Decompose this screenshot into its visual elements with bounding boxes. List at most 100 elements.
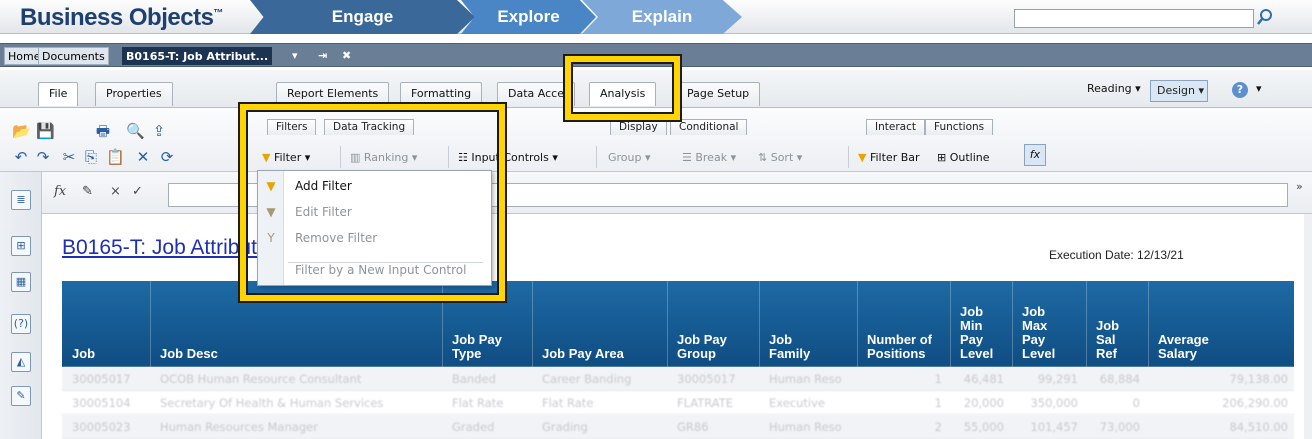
- group-button[interactable]: Group ▾: [608, 148, 651, 168]
- print-icon[interactable]: 🖶: [94, 122, 112, 140]
- breadcrumb-explore[interactable]: Explore: [461, 0, 596, 34]
- undo-icon[interactable]: ↶: [12, 148, 30, 166]
- outline-button[interactable]: ⊞ Outline: [937, 148, 990, 168]
- col-job[interactable]: Job: [72, 347, 95, 361]
- table-cell: 30005017: [72, 372, 131, 386]
- vertical-scrollbar[interactable]: [1304, 214, 1312, 439]
- formula-cancel-icon[interactable]: ×: [110, 184, 121, 199]
- col-job-family[interactable]: Job Family: [769, 333, 819, 361]
- table-cell: Graded: [452, 420, 495, 434]
- tab-formatting[interactable]: Formatting: [400, 82, 483, 106]
- input-controls-icon[interactable]: ✎: [11, 386, 31, 406]
- expand-toolbar-icon[interactable]: »: [1296, 180, 1303, 193]
- search-input[interactable]: [1014, 9, 1254, 28]
- subtab-functions[interactable]: Functions: [925, 119, 994, 135]
- table-cell: 1: [934, 396, 942, 410]
- cut-icon[interactable]: ✂: [60, 148, 78, 166]
- report-table: Job Job Desc Job Pay Type Job Pay Area J…: [62, 281, 1294, 439]
- sort-button[interactable]: ⇅ Sort ▾: [758, 148, 802, 168]
- reading-mode-button[interactable]: Reading ▾: [1087, 82, 1141, 95]
- function-fx-button[interactable]: fx: [1024, 144, 1046, 166]
- table-cell: 84,510.00: [1229, 420, 1288, 434]
- formula-fx-icon[interactable]: fx: [54, 184, 66, 199]
- col-job-sal-ref[interactable]: Job Sal Ref: [1096, 319, 1136, 361]
- workflow-breadcrumb: Engage Explore Explain: [250, 0, 742, 34]
- table-cell: Secretary Of Health & Human Services: [160, 396, 384, 410]
- tab-documents[interactable]: Documents: [38, 47, 109, 65]
- break-button[interactable]: ☰ Break ▾: [682, 148, 736, 168]
- col-job-max-pay-level[interactable]: Job Max Pay Level: [1022, 305, 1062, 361]
- document-summary-icon[interactable]: ≣: [11, 190, 31, 210]
- refresh-icon[interactable]: ⟳: [158, 148, 176, 166]
- help-dropdown-icon[interactable]: ▾: [1256, 82, 1262, 95]
- col-job-pay-area[interactable]: Job Pay Area: [542, 347, 624, 361]
- tab-active-document[interactable]: B0165-T: Job Attribut...: [122, 47, 273, 65]
- help-icon[interactable]: ?: [1232, 82, 1248, 98]
- app-window: { "banner": { "logo": "Business Objects"…: [0, 0, 1312, 439]
- table-cell: 55,000: [963, 420, 1004, 434]
- table-cell: 99,291: [1037, 372, 1078, 386]
- redo-icon[interactable]: ↷: [34, 148, 52, 166]
- table-cell: Flat Rate: [452, 396, 504, 410]
- delete-icon[interactable]: ✕: [134, 148, 152, 166]
- close-icon[interactable]: ✖: [342, 49, 351, 62]
- find-icon[interactable]: 🔍: [126, 122, 145, 140]
- table-cell: 20,000: [963, 396, 1004, 410]
- table-cell: 30005017: [677, 372, 736, 386]
- analysis-tab-highlight: [565, 56, 680, 120]
- search-icon[interactable]: [1255, 7, 1275, 27]
- col-job-pay-group[interactable]: Job Pay Group: [677, 333, 737, 361]
- tab-properties[interactable]: Properties: [95, 82, 173, 106]
- table-cell: 206,290.00: [1222, 396, 1288, 410]
- col-job-desc[interactable]: Job Desc: [160, 347, 218, 361]
- table-cell: 1: [934, 372, 942, 386]
- formula-editor-icon[interactable]: ✎: [82, 184, 93, 199]
- copy-icon[interactable]: ⎘: [82, 148, 100, 166]
- open-folder-icon[interactable]: 📂: [12, 122, 31, 140]
- document-structure-icon[interactable]: ◭: [11, 352, 31, 372]
- filters-highlight: [240, 104, 505, 301]
- table-row[interactable]: 30005023 Human Resources Manager Graded Gra…: [62, 415, 1294, 439]
- breadcrumb-explain[interactable]: Explain: [582, 0, 742, 34]
- maximize-icon[interactable]: ⇥: [318, 49, 327, 62]
- tab-report-elements[interactable]: Report Elements: [276, 82, 390, 106]
- col-average-salary[interactable]: Average Salary: [1158, 333, 1228, 361]
- col-job-min-pay-level[interactable]: Job Min Pay Level: [960, 305, 1000, 361]
- save-icon[interactable]: 💾: [36, 122, 55, 140]
- table-cell: 79,138.00: [1229, 372, 1288, 386]
- table-cell: Human Resources Manager: [160, 420, 318, 434]
- table-cell: 46,481: [963, 372, 1004, 386]
- tab-data-access[interactable]: Data Acce: [497, 82, 575, 106]
- top-banner: Business Objects™ Engage Explore Explain: [0, 0, 1312, 34]
- variables-icon[interactable]: (?): [11, 314, 31, 334]
- formula-validate-icon[interactable]: ✓: [132, 184, 143, 199]
- navigation-map-icon[interactable]: ⊞: [11, 236, 31, 256]
- table-cell: 2: [934, 420, 942, 434]
- tab-file[interactable]: File: [38, 82, 79, 106]
- col-number-of-positions[interactable]: Number of Positions: [867, 333, 937, 361]
- ribbon-separator: [848, 146, 849, 168]
- available-objects-icon[interactable]: ▦: [11, 272, 31, 292]
- col-job-pay-type[interactable]: Job Pay Type: [452, 333, 512, 361]
- left-sidebar: ≣ ⊞ ▦ (?) ◭ ✎: [0, 172, 42, 439]
- table-cell: Banded: [452, 372, 496, 386]
- subtab-display[interactable]: Display: [610, 119, 667, 135]
- paste-icon[interactable]: 📋: [106, 148, 125, 166]
- table-cell: Human Reso: [769, 420, 842, 434]
- table-cell: 73,000: [1099, 420, 1140, 434]
- filter-bar-button[interactable]: ▼ Filter Bar: [858, 148, 920, 168]
- table-row[interactable]: 30005017 OCOB Human Resource Consultant Ba…: [62, 367, 1294, 391]
- pin-icon[interactable]: ▾: [292, 49, 298, 62]
- table-cell: Grading: [542, 420, 588, 434]
- subtab-conditional[interactable]: Conditional: [670, 119, 748, 135]
- table-row[interactable]: 30005104 Secretary Of Health & Human Serv…: [62, 391, 1294, 415]
- subtab-interact[interactable]: Interact: [866, 119, 925, 135]
- export-icon[interactable]: ⇪: [150, 122, 168, 140]
- breadcrumb-engage[interactable]: Engage: [250, 0, 475, 34]
- report-canvas: B0165-T: Job Attributes Execution Date: …: [42, 214, 1304, 439]
- table-cell: Human Reso: [769, 372, 842, 386]
- table-cell: 30005023: [72, 420, 131, 434]
- table-cell: 350,000: [1030, 396, 1078, 410]
- design-mode-button[interactable]: Design ▾: [1150, 80, 1208, 102]
- tab-page-setup[interactable]: Page Setup: [676, 82, 761, 106]
